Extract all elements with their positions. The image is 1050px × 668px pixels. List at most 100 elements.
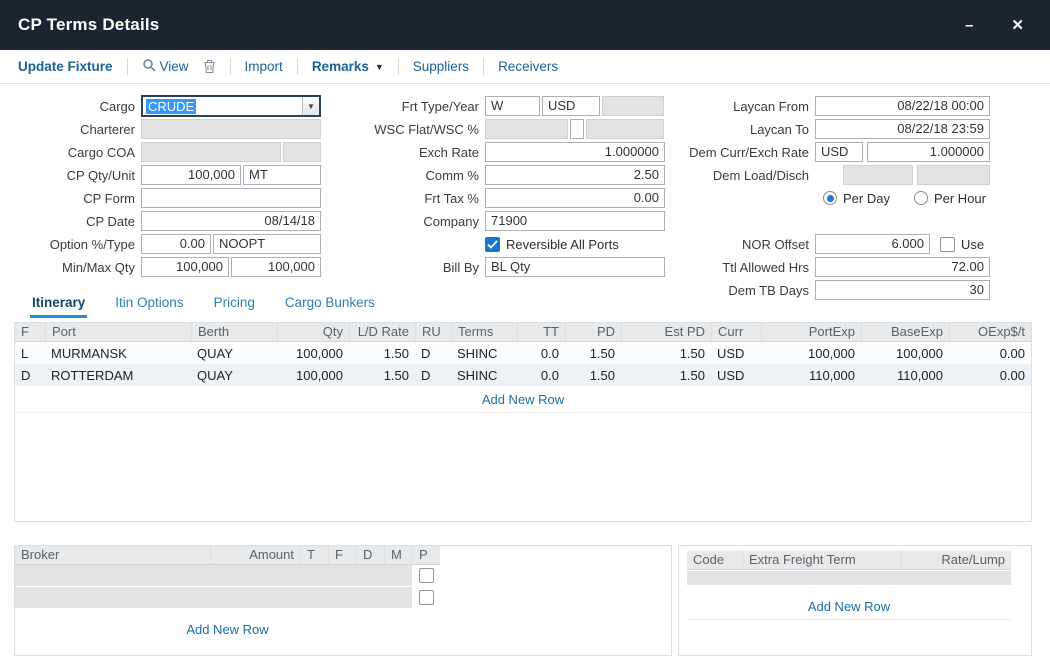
tab-itin-options[interactable]: Itin Options [113,292,185,318]
cell[interactable]: 100,000 [861,346,949,361]
exch-rate-field[interactable]: 1.000000 [485,142,665,162]
cp-unit-field[interactable]: MT [243,165,321,185]
cell[interactable]: 100,000 [277,346,349,361]
frt-tax-field[interactable]: 0.00 [485,188,665,208]
cell[interactable]: SHINC [451,346,517,361]
frt-currency-field[interactable]: USD [542,96,600,116]
tab-cargo-bunkers[interactable]: Cargo Bunkers [283,292,377,318]
remarks-button[interactable]: Remarks ▼ [312,59,384,74]
cp-qty-field[interactable]: 100,000 [141,165,241,185]
window-title: CP Terms Details [18,15,159,35]
extra-freight-add-new-row-link[interactable]: Add New Row [687,593,1011,620]
cp-form-field[interactable] [141,188,321,208]
cell[interactable]: 100,000 [277,368,349,383]
exch-rate-label: Exch Rate [345,145,485,160]
frt-type-field[interactable]: W [485,96,540,116]
update-fixture-button[interactable]: Update Fixture [18,59,113,74]
broker-p-checkbox[interactable] [419,568,434,583]
cell[interactable]: D [15,368,45,383]
cell[interactable]: QUAY [191,368,277,383]
cell[interactable]: 0.00 [949,346,1031,361]
per-hour-radio[interactable] [914,191,928,205]
broker-row[interactable] [15,565,671,586]
option-type-field[interactable]: NOOPT [213,234,321,254]
broker-p-checkbox[interactable] [419,590,434,605]
cell[interactable]: ROTTERDAM [45,368,191,383]
cell[interactable]: L [15,346,45,361]
cargo-combobox[interactable]: CRUDE ▼ [141,95,321,117]
cargo-coa-field-2[interactable] [283,142,321,162]
cell[interactable]: 110,000 [761,368,861,383]
ttl-allowed-hrs-label: Ttl Allowed Hrs [680,260,815,275]
caret-down-icon: ▼ [375,62,384,72]
broker-add-new-row-link[interactable]: Add New Row [15,616,440,642]
dem-load-field[interactable] [843,165,913,185]
cell[interactable]: USD [711,346,761,361]
bill-by-field[interactable]: BL Qty [485,257,665,277]
dem-disch-field[interactable] [917,165,990,185]
comm-pct-field[interactable]: 2.50 [485,165,665,185]
extra-freight-row[interactable] [687,571,1011,585]
chevron-down-icon[interactable]: ▼ [302,97,319,115]
cell[interactable]: D [415,346,451,361]
charterer-field[interactable] [141,119,321,139]
ttl-allowed-hrs-field[interactable]: 72.00 [815,257,990,277]
cell[interactable]: QUAY [191,346,277,361]
laycan-to-field[interactable]: 08/22/18 23:59 [815,119,990,139]
broker-row-fields[interactable] [15,587,412,608]
cell[interactable]: 1.50 [621,368,711,383]
per-day-radio[interactable] [823,191,837,205]
cargo-coa-field-1[interactable] [141,142,281,162]
import-button[interactable]: Import [245,59,283,74]
tab-pricing[interactable]: Pricing [212,292,257,318]
cell[interactable]: SHINC [451,368,517,383]
cell[interactable]: D [415,368,451,383]
cell[interactable]: MURMANSK [45,346,191,361]
form-column-middle: Frt Type/Year W USD WSC Flat/WSC % Exch … [345,96,665,280]
close-button[interactable]: ✕ [1011,18,1024,33]
minimize-button[interactable]: – [965,18,973,33]
wsc-pct-field[interactable] [586,119,664,139]
tab-itinerary[interactable]: Itinerary [30,292,87,318]
frt-year-field[interactable] [602,96,664,116]
wsc-flat-field[interactable] [485,119,568,139]
wsc-mid-field[interactable] [570,119,584,139]
cp-date-field[interactable]: 08/14/18 [141,211,321,231]
broker-row-fields[interactable] [15,565,412,586]
cell[interactable]: 1.50 [349,346,415,361]
laycan-to-label: Laycan To [680,122,815,137]
cell[interactable]: 1.50 [349,368,415,383]
option-pct-field[interactable]: 0.00 [141,234,211,254]
view-button[interactable]: View [142,58,189,75]
max-qty-field[interactable]: 100,000 [231,257,321,277]
dem-exch-rate-field[interactable]: 1.000000 [867,142,990,162]
itinerary-add-new-row-link[interactable]: Add New Row [15,386,1031,413]
cell[interactable]: 100,000 [761,346,861,361]
trash-icon[interactable] [203,59,216,74]
laycan-from-field[interactable]: 08/22/18 00:00 [815,96,990,116]
company-field[interactable]: 71900 [485,211,665,231]
dem-curr-field[interactable]: USD [815,142,863,162]
cell[interactable]: 0.00 [949,368,1031,383]
cell[interactable]: 1.50 [565,346,621,361]
min-qty-field[interactable]: 100,000 [141,257,229,277]
suppliers-button[interactable]: Suppliers [413,59,469,74]
column-header: Amount [210,546,300,564]
use-checkbox[interactable] [940,237,955,252]
nor-offset-field[interactable]: 6.000 [815,234,930,254]
cell[interactable]: 0.0 [517,346,565,361]
itinerary-row[interactable]: L MURMANSK QUAY 100,000 1.50 D SHINC 0.0… [15,342,1031,364]
per-hour-label: Per Hour [934,191,986,206]
cell[interactable]: 0.0 [517,368,565,383]
reversible-all-ports-checkbox[interactable] [485,237,500,252]
cell[interactable]: 1.50 [565,368,621,383]
column-header: M [384,546,412,564]
receivers-button[interactable]: Receivers [498,59,558,74]
cell[interactable]: 110,000 [861,368,949,383]
itinerary-row[interactable]: D ROTTERDAM QUAY 100,000 1.50 D SHINC 0.… [15,364,1031,386]
dem-tb-days-field[interactable]: 30 [815,280,990,300]
cargo-value: CRUDE [146,99,196,114]
cell[interactable]: USD [711,368,761,383]
cell[interactable]: 1.50 [621,346,711,361]
broker-row[interactable] [15,587,671,608]
